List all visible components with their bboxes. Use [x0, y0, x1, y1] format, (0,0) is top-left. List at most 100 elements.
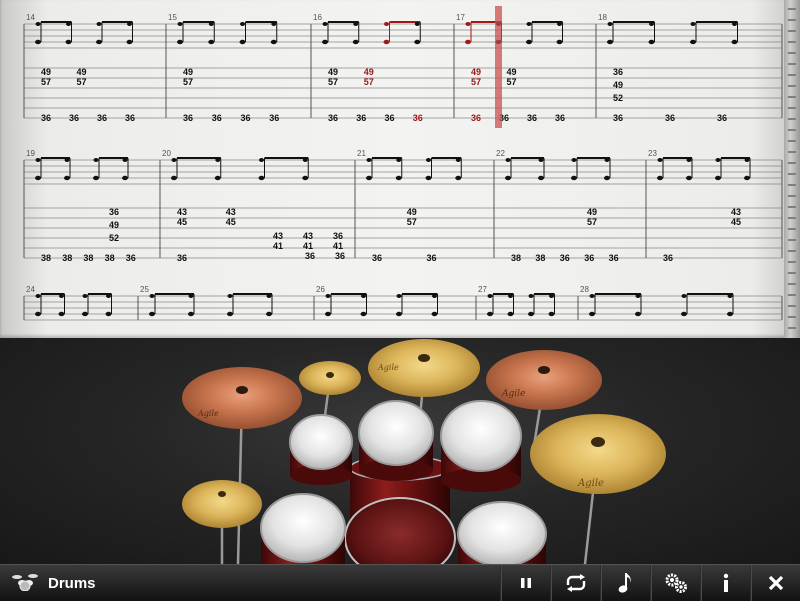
tom-right[interactable]	[440, 400, 522, 492]
note-button[interactable]	[600, 565, 651, 601]
measure-number: 18	[598, 13, 607, 22]
note-head	[266, 311, 272, 317]
scrollbar-grip	[788, 184, 796, 186]
note-head	[455, 175, 462, 181]
info-button[interactable]	[700, 565, 751, 601]
ride-cymbal[interactable]: Agile	[368, 339, 480, 397]
note-head	[302, 158, 308, 162]
note-head	[122, 158, 128, 162]
note-head	[149, 294, 155, 298]
svg-text:Agile: Agile	[197, 409, 219, 418]
scrollbar-grip	[788, 52, 796, 54]
tab-number: 43	[273, 231, 283, 241]
note-head	[657, 158, 663, 162]
tab-number: 45	[226, 217, 236, 227]
note-head	[571, 158, 577, 162]
note-head	[383, 39, 390, 45]
tab-number: 45	[177, 217, 187, 227]
note-head	[505, 175, 511, 181]
splash-cymbal[interactable]	[299, 361, 361, 395]
tom-middle[interactable]	[358, 400, 434, 481]
note-head	[425, 175, 432, 181]
tab-number: 36	[384, 113, 394, 123]
settings-button[interactable]	[650, 565, 701, 601]
info-icon	[723, 573, 729, 592]
note-head	[35, 175, 41, 181]
note-head	[395, 175, 402, 181]
measure-number: 14	[26, 13, 35, 22]
note-head	[635, 311, 641, 317]
scrollbar-grip	[788, 239, 796, 241]
note-head	[361, 294, 366, 298]
bottom-toolbar: Drums	[0, 564, 800, 601]
scrollbar-grip	[788, 173, 796, 175]
tab-number: 41	[273, 241, 283, 251]
tab-number: 49	[109, 220, 119, 230]
scrollbar-grip	[788, 107, 796, 109]
crash-cymbal-right[interactable]: Agile	[486, 350, 602, 410]
measure[interactable]: 28	[580, 285, 734, 317]
scrollbar-grip	[788, 327, 796, 329]
playback-cursor[interactable]	[495, 6, 502, 128]
scrollbar-grip	[788, 63, 796, 65]
svg-text:Agile: Agile	[577, 478, 604, 489]
close-button[interactable]	[750, 565, 800, 601]
loop-icon	[566, 574, 586, 592]
hi-hat[interactable]	[182, 480, 262, 528]
note-head	[507, 311, 514, 317]
note-head	[396, 158, 402, 162]
tom-left[interactable]	[289, 414, 353, 485]
score-notation[interactable]: 144957495736 36 36 3615495736 36 36 3616495749…	[0, 0, 784, 338]
tab-number: 57	[183, 77, 193, 87]
measure-number: 26	[316, 285, 325, 294]
svg-text:Agile: Agile	[501, 389, 525, 399]
tab-number: 49	[76, 67, 86, 77]
tab-number: 52	[613, 93, 623, 103]
floor-tom[interactable]	[457, 501, 547, 564]
note-head	[715, 158, 721, 162]
snare-drum[interactable]	[260, 493, 346, 564]
measure[interactable]: 24	[26, 285, 112, 317]
measure[interactable]: 25	[140, 285, 273, 317]
measure[interactable]: 26	[316, 285, 438, 317]
drum-kit-illustration[interactable]: Agile Agile Agile Agile	[0, 338, 800, 564]
note-head	[727, 311, 733, 317]
scrollbar[interactable]	[784, 0, 800, 338]
tab-number: 36	[97, 113, 107, 123]
note-head	[538, 175, 544, 181]
note-head	[455, 158, 461, 162]
scrollbar-grip	[788, 8, 796, 10]
tab-number: 36	[555, 113, 565, 123]
pause-button[interactable]	[500, 565, 551, 601]
tab-number: 36	[177, 253, 187, 263]
tab-number: 36	[305, 251, 315, 261]
tab-number: 49	[41, 67, 51, 77]
pause-icon	[521, 578, 531, 588]
note-head	[426, 158, 431, 162]
tab-number: 36	[335, 251, 345, 261]
note-head	[528, 294, 534, 298]
note-head	[177, 22, 183, 26]
china-cymbal[interactable]: Agile	[530, 414, 666, 494]
crash-cymbal-left[interactable]: Agile	[182, 367, 302, 429]
instrument-selector[interactable]: Drums	[12, 565, 96, 601]
tab-number: 36	[125, 113, 135, 123]
note-head	[266, 294, 272, 298]
note-head	[487, 294, 493, 298]
note-head	[93, 158, 99, 162]
note-head	[604, 175, 610, 181]
note-head	[732, 22, 737, 26]
tab-number: 36	[560, 253, 570, 263]
note-head	[35, 158, 41, 162]
note-head	[82, 294, 88, 298]
tab-number: 36	[333, 231, 343, 241]
score-row: 1936495238 38 38 38 362043454345434143413641…	[23, 149, 783, 263]
drum-kit-view[interactable]: Agile Agile Agile Agile	[0, 338, 800, 564]
measure[interactable]: 27	[478, 285, 555, 317]
tab-number: 36	[584, 253, 594, 263]
note-head	[528, 311, 534, 317]
loop-button[interactable]	[550, 565, 601, 601]
note-head	[171, 158, 177, 162]
note-head	[571, 175, 577, 181]
score-view[interactable]: 14 49 57 49 57 36 36 36 36 15 49 57 36 36 36 36 16 49 57 49…	[0, 0, 800, 341]
